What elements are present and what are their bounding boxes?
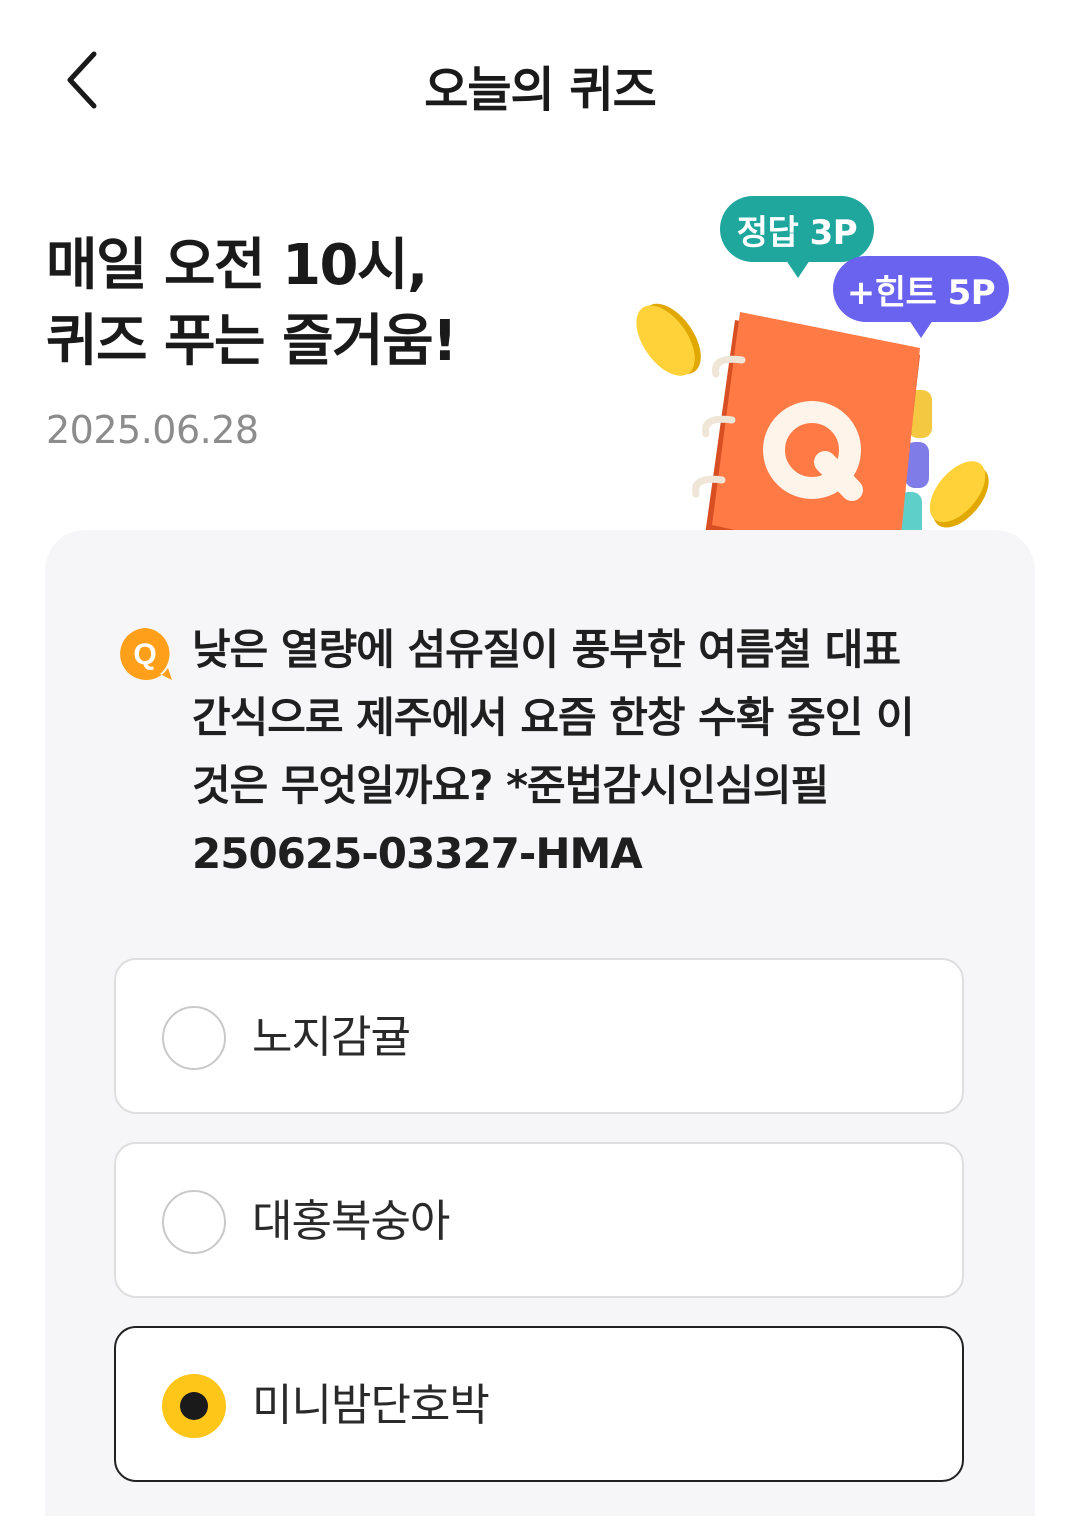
page-title: 오늘의 퀴즈 — [424, 62, 657, 118]
svg-text:Q: Q — [133, 638, 156, 671]
hero-title: 매일 오전 10시, 퀴즈 푸는 즐거움! — [46, 228, 458, 380]
answer-option-3[interactable]: 미니밤단호박 — [114, 1326, 964, 1482]
answer-option-1[interactable]: 노지감귤 — [114, 958, 964, 1114]
coin-icon — [636, 303, 701, 376]
hero-title-line-2: 퀴즈 푸는 즐거움! — [46, 309, 458, 374]
app-header: 오늘의 퀴즈 — [0, 0, 1080, 160]
question-line: 것은 무엇일까요? *준법감시인심의필 — [192, 761, 829, 810]
question-line: 간식으로 제주에서 요즘 한창 수확 중인 이 — [192, 693, 915, 742]
answer-option-label: 대홍복숭아 — [252, 1196, 450, 1247]
quiz-page: 오늘의 퀴즈 매일 오전 10시, 퀴즈 푸는 즐거움! 2025.06.28 — [0, 0, 1080, 1516]
radio-button[interactable] — [162, 1190, 226, 1254]
answer-option-label: 노지감귤 — [252, 1012, 411, 1063]
question-q-icon: Q — [120, 628, 172, 680]
hero-title-line-1: 매일 오전 10시, — [46, 233, 428, 298]
answer-option-2[interactable]: 대홍복숭아 — [114, 1142, 964, 1298]
question-line: 250625-03327-HMA — [192, 829, 643, 878]
question-text: 낮은 열량에 섬유질이 풍부한 여름철 대표 간식으로 제주에서 요즘 한창 수… — [192, 616, 972, 888]
radio-button-selected[interactable] — [162, 1374, 226, 1438]
quiz-date: 2025.06.28 — [46, 408, 259, 452]
question-line: 낮은 열량에 섬유질이 풍부한 여름철 대표 — [192, 625, 901, 674]
answer-points-label: 정답 3P — [736, 212, 858, 253]
hint-points-badge: +힌트 5P — [833, 256, 1009, 338]
hint-points-label: +힌트 5P — [846, 272, 996, 313]
answer-points-badge: 정답 3P — [720, 196, 874, 278]
answer-option-label: 미니밤단호박 — [252, 1380, 490, 1431]
radio-button[interactable] — [162, 1006, 226, 1070]
